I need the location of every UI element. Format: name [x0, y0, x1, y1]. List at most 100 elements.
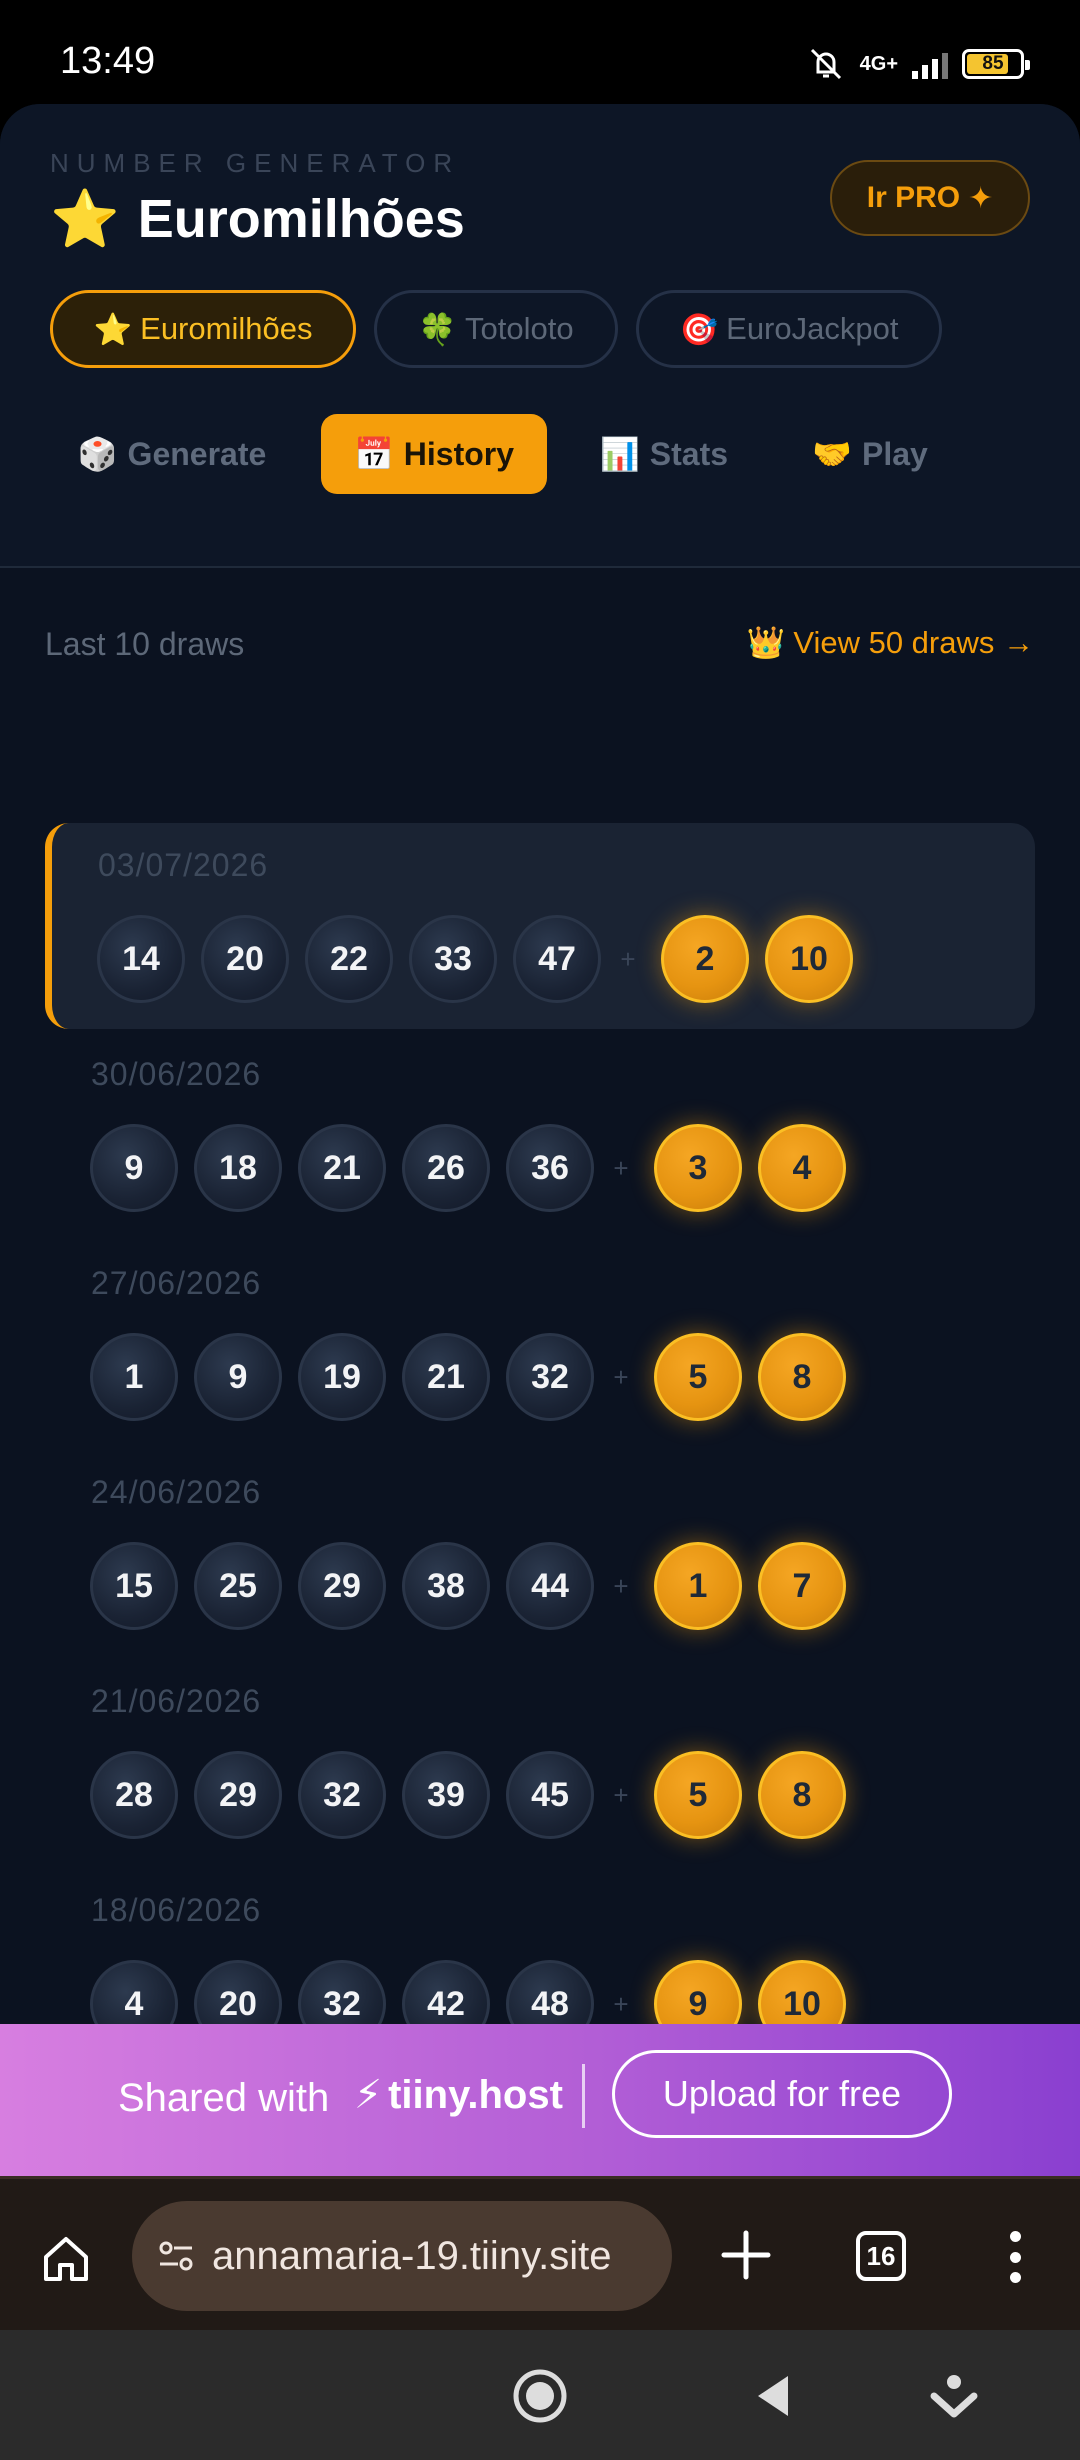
star-ball: 9: [654, 1960, 742, 2024]
crown-icon: 👑: [746, 625, 786, 660]
draw-row[interactable]: 24/06/2026 15 25 29 38 44 +1 7: [45, 1450, 1035, 1656]
number-ball: 25: [194, 1542, 282, 1630]
plus-separator: +: [613, 1152, 629, 1183]
tab-label: Generate: [127, 435, 267, 472]
clover-icon: 🍀: [418, 311, 458, 347]
tab-play[interactable]: 🤝 Play: [800, 414, 940, 494]
status-icons: 4G+ 85: [806, 44, 1030, 84]
draw-row[interactable]: 30/06/2026 9 18 21 26 36 +3 4: [45, 1032, 1035, 1238]
tab-switcher-button[interactable]: 16: [856, 2231, 906, 2281]
sparkle-icon: ✦: [968, 181, 994, 215]
draw-balls: 9 18 21 26 36 +3 4: [90, 1124, 862, 1212]
banner-divider: [582, 2064, 585, 2128]
go-pro-button[interactable]: Ir PRO ✦: [830, 160, 1030, 236]
star-ball: 3: [654, 1124, 742, 1212]
gesture-down-icon[interactable]: [924, 2366, 984, 2426]
draw-balls: 28 29 32 39 45 +5 8: [90, 1751, 862, 1839]
draw-row[interactable]: 21/06/2026 28 29 32 39 45 +5 8: [45, 1659, 1035, 1865]
number-ball: 45: [506, 1751, 594, 1839]
dice-icon: 🎲: [77, 436, 118, 472]
game-tab-euromilhoes[interactable]: ⭐ Euromilhões: [50, 290, 356, 368]
number-ball: 36: [506, 1124, 594, 1212]
view-more-link[interactable]: 👑 View 50 draws →: [747, 624, 1034, 661]
plus-separator: +: [613, 1361, 629, 1392]
game-tab-label: EuroJackpot: [726, 311, 899, 346]
draw-date: 24/06/2026: [91, 1474, 262, 1510]
number-ball: 1: [90, 1333, 178, 1421]
history-label: Last 10 draws: [45, 626, 245, 662]
tab-generate[interactable]: 🎲 Generate: [62, 414, 282, 494]
number-ball: 20: [194, 1960, 282, 2024]
more-menu-icon[interactable]: [1000, 2227, 1030, 2287]
plus-separator: +: [613, 1988, 629, 2019]
star-ball: 2: [661, 915, 749, 1003]
tab-label: Stats: [649, 435, 729, 472]
browser-toolbar: annamaria-19.tiiny.site 16: [0, 2176, 1080, 2330]
tab-stats[interactable]: 📊 Stats: [584, 414, 744, 494]
number-ball: 48: [506, 1960, 594, 2024]
upload-for-free-button[interactable]: Upload for free: [612, 2050, 952, 2138]
draw-date: 27/06/2026: [91, 1265, 262, 1301]
home-circle-icon[interactable]: [510, 2366, 570, 2426]
star-ball: 7: [758, 1542, 846, 1630]
number-ball: 20: [201, 915, 289, 1003]
tab-label: History: [403, 435, 515, 472]
tiiny-banner: Shared with ⚡ tiiny.host Upload for free: [0, 2024, 1080, 2176]
tab-history[interactable]: 📅 History: [321, 414, 547, 494]
number-ball: 39: [402, 1751, 490, 1839]
number-ball: 19: [298, 1333, 386, 1421]
star-ball: 5: [654, 1333, 742, 1421]
plus-separator: +: [620, 943, 636, 974]
app-kicker: NUMBER GENERATOR: [50, 148, 461, 178]
draw-row[interactable]: 03/07/2026 14 20 22 33 47 +2 10: [45, 823, 1035, 1029]
number-ball: 15: [90, 1542, 178, 1630]
star-ball: 5: [654, 1751, 742, 1839]
number-ball: 29: [298, 1542, 386, 1630]
new-tab-icon[interactable]: [718, 2227, 774, 2283]
draw-row[interactable]: 27/06/2026 1 9 19 21 32 +5 8: [45, 1241, 1035, 1447]
number-ball: 14: [97, 915, 185, 1003]
draw-date: 18/06/2026: [91, 1892, 262, 1928]
star-ball: 8: [758, 1751, 846, 1839]
number-ball: 21: [402, 1333, 490, 1421]
draw-balls: 4 20 32 42 48 +9 10: [90, 1960, 862, 2024]
number-ball: 44: [506, 1542, 594, 1630]
number-ball: 47: [513, 915, 601, 1003]
status-bar: 13:49 4G+ 85: [0, 0, 1080, 104]
number-ball: 26: [402, 1124, 490, 1212]
game-tab-label: Euromilhões: [140, 311, 313, 346]
draw-balls: 14 20 22 33 47 +2 10: [97, 915, 869, 1003]
star-ball: 10: [765, 915, 853, 1003]
bell-muted-icon: [810, 48, 841, 80]
star-ball: 10: [758, 1960, 846, 2024]
app-header: NUMBER GENERATOR ⭐ Euromilhões Ir PRO ✦ …: [0, 104, 1080, 568]
star-ball: 8: [758, 1333, 846, 1421]
app-container: NUMBER GENERATOR ⭐ Euromilhões Ir PRO ✦ …: [0, 104, 1080, 2024]
view-more-label: View 50 draws →: [793, 624, 1034, 660]
number-ball: 29: [194, 1751, 282, 1839]
address-bar[interactable]: annamaria-19.tiiny.site: [132, 2201, 672, 2311]
target-icon: 🎯: [679, 311, 719, 347]
game-tab-eurojackpot[interactable]: 🎯 EuroJackpot: [636, 290, 942, 368]
home-icon[interactable]: [38, 2231, 94, 2287]
number-ball: 28: [90, 1751, 178, 1839]
nav-tabs: 🎲 Generate 📅 History 📊 Stats 🤝 Play: [0, 414, 1080, 494]
tiiny-logo[interactable]: ⚡ tiiny.host: [354, 2072, 563, 2118]
battery-icon: 85: [962, 49, 1030, 79]
url-text: annamaria-19.tiiny.site: [212, 2233, 612, 2278]
game-tab-label: Totoloto: [465, 311, 574, 346]
number-ball: 33: [409, 915, 497, 1003]
handshake-icon: 🤝: [812, 436, 852, 472]
game-tab-totoloto[interactable]: 🍀 Totoloto: [374, 290, 618, 368]
draw-row[interactable]: 18/06/2026 4 20 32 42 48 +9 10: [45, 1868, 1035, 2024]
number-ball: 9: [90, 1124, 178, 1212]
star-ball: 1: [654, 1542, 742, 1630]
plus-separator: +: [613, 1779, 629, 1810]
number-ball: 9: [194, 1333, 282, 1421]
number-ball: 32: [298, 1751, 386, 1839]
site-settings-icon[interactable]: [152, 2232, 200, 2280]
page-title-text: Euromilhões: [137, 189, 465, 249]
back-icon[interactable]: [744, 2366, 804, 2426]
go-pro-label: Ir PRO: [866, 181, 961, 214]
number-ball: 42: [402, 1960, 490, 2024]
